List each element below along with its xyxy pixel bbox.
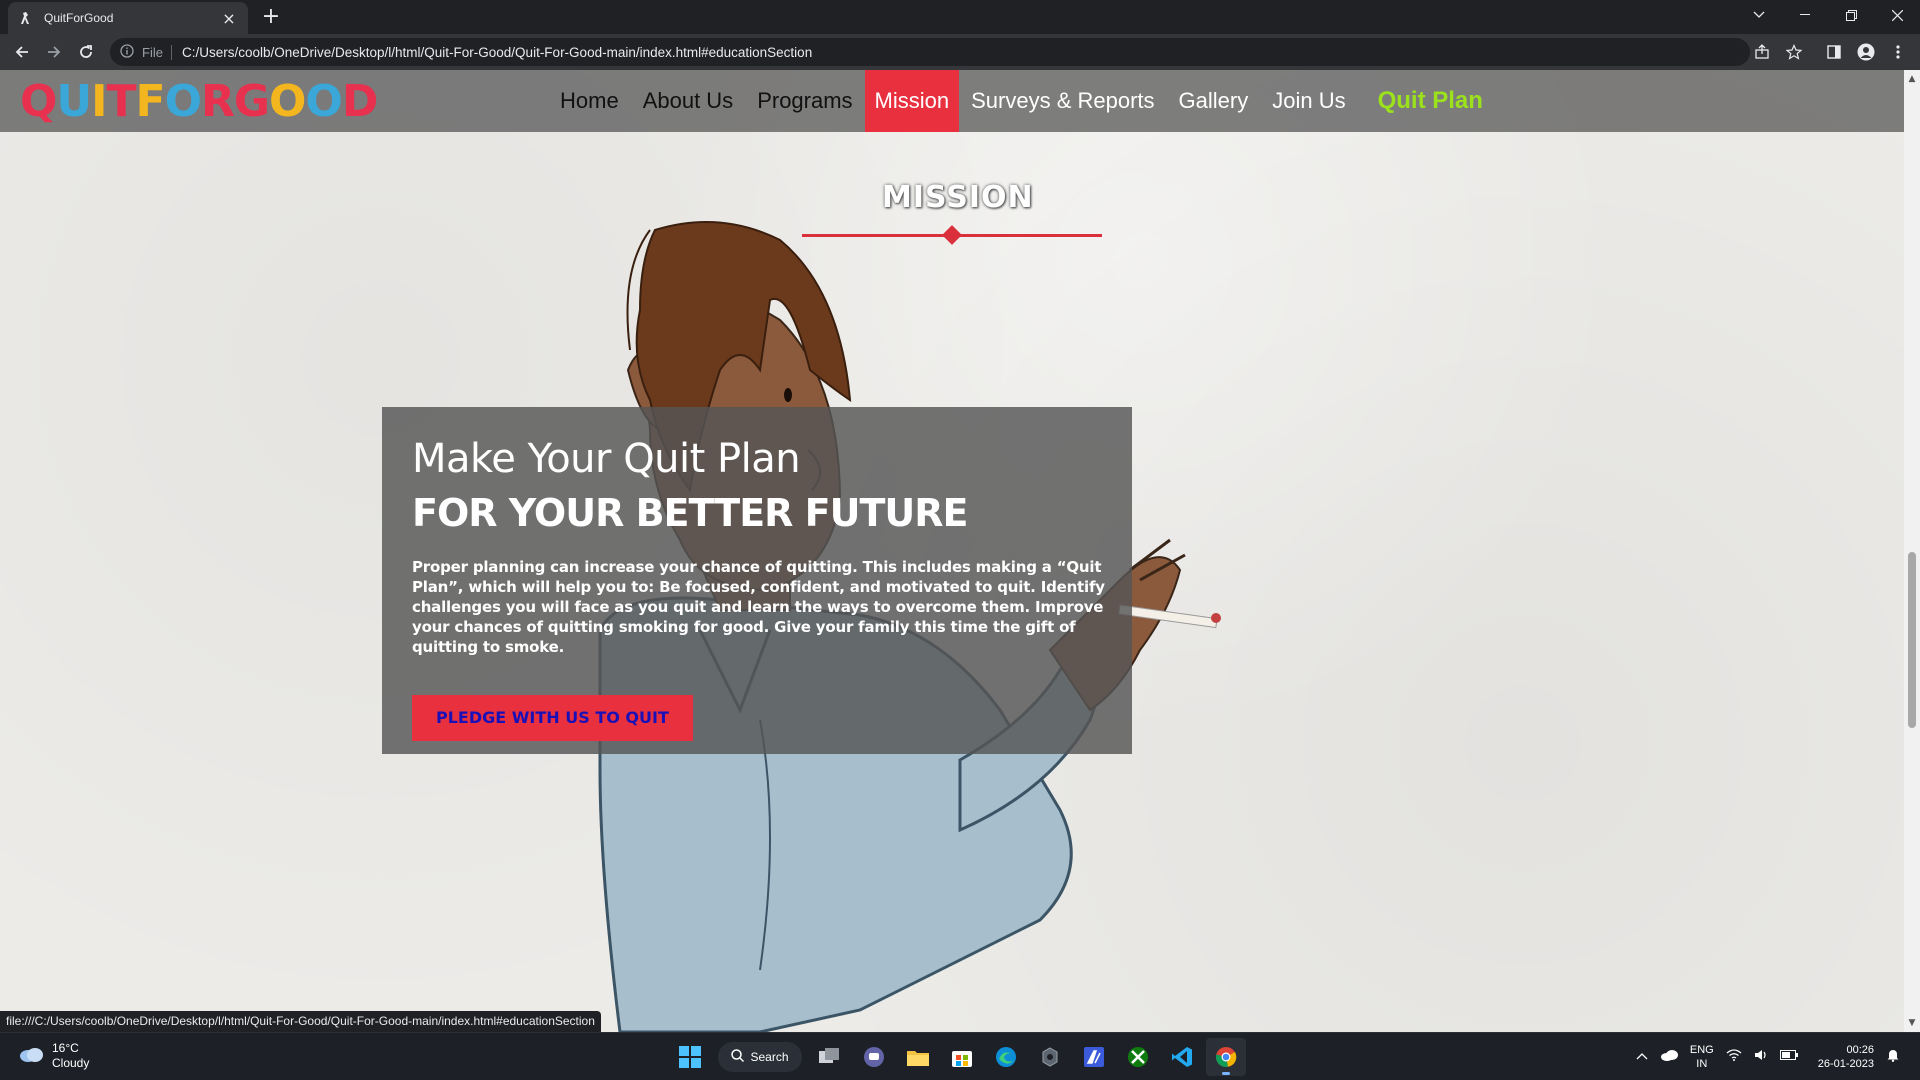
system-tray: ENG IN 00:26 26-01-2023: [1630, 1037, 1906, 1077]
back-arrow-icon[interactable]: [10, 40, 34, 64]
volume-icon[interactable]: [1754, 1049, 1768, 1065]
start-windows-icon[interactable]: [670, 1038, 710, 1076]
info-icon[interactable]: [120, 43, 134, 62]
microsoft-store-icon[interactable]: [942, 1038, 982, 1076]
task-view-icon[interactable]: [810, 1038, 850, 1076]
settings-app-icon[interactable]: [1030, 1038, 1070, 1076]
language-code: ENG: [1689, 1044, 1714, 1056]
nav-surveys[interactable]: Surveys & Reports: [959, 70, 1166, 132]
teams-chat-icon[interactable]: [854, 1038, 894, 1076]
card-subheading: FOR YOUR BETTER FUTURE: [412, 491, 968, 535]
weather-widget[interactable]: 16°C Cloudy: [18, 1041, 89, 1071]
logo-letter: O: [305, 76, 342, 127]
bookmark-star-icon[interactable]: [1782, 40, 1806, 64]
address-scheme-label: File: [142, 44, 172, 60]
tab-title: QuitForGood: [44, 11, 114, 25]
address-url[interactable]: C:/Users/coolb/OneDrive/Desktop/l/html/Q…: [182, 45, 812, 60]
windows-taskbar: 16°C Cloudy Search ENG IN 00:26 26-01-20…: [0, 1032, 1920, 1080]
scroll-down-arrow-icon[interactable]: ▼: [1907, 1018, 1917, 1028]
nav-links: Home About Us Programs Mission Surveys &…: [548, 70, 1495, 132]
wifi-icon[interactable]: [1726, 1049, 1742, 1065]
taskbar-search[interactable]: Search: [718, 1042, 802, 1072]
vscode-icon[interactable]: [1162, 1038, 1202, 1076]
forward-arrow-icon[interactable]: [42, 40, 66, 64]
browser-tab[interactable]: QuitForGood ×: [8, 2, 248, 34]
reload-icon[interactable]: [74, 40, 98, 64]
file-explorer-icon[interactable]: [898, 1038, 938, 1076]
nav-home[interactable]: Home: [548, 70, 631, 132]
page-viewport: QUITFORGOOD Home About Us Programs Missi…: [0, 70, 1904, 1032]
close-window-button[interactable]: [1874, 0, 1920, 30]
nav-mission[interactable]: Mission: [864, 70, 960, 132]
app-blue-icon[interactable]: [1074, 1038, 1114, 1076]
restore-button[interactable]: [1828, 0, 1874, 30]
logo-letter: Q: [20, 76, 57, 127]
xbox-icon[interactable]: [1118, 1038, 1158, 1076]
pledge-button[interactable]: PLEDGE WITH US TO QUIT: [412, 695, 693, 741]
new-tab-button[interactable]: +: [258, 5, 284, 31]
clock-date: 26-01-2023: [1817, 1058, 1874, 1070]
nav-join[interactable]: Join Us: [1260, 70, 1357, 132]
logo-letter: O: [164, 76, 202, 127]
language-region: IN: [1696, 1058, 1708, 1070]
battery-icon[interactable]: [1779, 1050, 1798, 1064]
site-logo[interactable]: QUITFORGOOD: [20, 76, 379, 127]
menu-kebab-icon[interactable]: [1886, 40, 1910, 64]
nav-programs[interactable]: Programs: [745, 70, 864, 132]
logo-letter: O: [269, 76, 306, 127]
taskbar-apps: Search: [668, 1038, 1248, 1076]
weather-temperature: 16°C: [52, 1041, 79, 1055]
logo-letter: U: [56, 76, 92, 127]
cloud-icon: [18, 1045, 44, 1067]
search-label: Search: [750, 1050, 789, 1064]
site-favicon-icon: [18, 10, 34, 26]
logo-letter: G: [233, 76, 270, 127]
logo-letter: T: [106, 76, 137, 127]
edge-browser-icon[interactable]: [986, 1038, 1026, 1076]
share-icon[interactable]: [1750, 40, 1774, 64]
logo-letter: R: [201, 76, 235, 127]
nav-quit-plan[interactable]: Quit Plan: [1366, 70, 1495, 132]
browser-toolbar: File C:/Users/coolb/OneDrive/Desktop/l/h…: [0, 34, 1920, 70]
profile-icon[interactable]: [1854, 40, 1878, 64]
logo-letter: F: [135, 76, 166, 127]
card-body: Proper planning can increase your chance…: [412, 558, 1105, 656]
status-url: file:///C:/Users/coolb/OneDrive/Desktop/…: [0, 1011, 601, 1032]
page-scrollbar[interactable]: ▲ ▼: [1904, 70, 1920, 1032]
language-indicator[interactable]: ENG IN: [1690, 1043, 1714, 1071]
site-navbar: QUITFORGOOD Home About Us Programs Missi…: [0, 70, 1904, 132]
scroll-up-arrow-icon[interactable]: ▲: [1907, 74, 1917, 84]
clock[interactable]: 00:26 26-01-2023: [1818, 1043, 1874, 1071]
logo-letter: D: [341, 76, 379, 127]
nav-about[interactable]: About Us: [631, 70, 746, 132]
chrome-browser-icon[interactable]: [1206, 1038, 1246, 1076]
nav-gallery[interactable]: Gallery: [1167, 70, 1261, 132]
search-icon: [731, 1049, 745, 1065]
onedrive-cloud-icon[interactable]: [1660, 1049, 1678, 1065]
minimize-button[interactable]: [1782, 0, 1828, 30]
scroll-thumb[interactable]: [1908, 552, 1916, 728]
address-bar[interactable]: File C:/Users/coolb/OneDrive/Desktop/l/h…: [110, 38, 1750, 66]
logo-letter: I: [91, 76, 107, 127]
browser-tabstrip: QuitForGood × +: [0, 0, 1920, 34]
quit-plan-card: Make Your Quit Plan FOR YOUR BETTER FUTU…: [382, 407, 1132, 754]
side-panel-icon[interactable]: [1822, 40, 1846, 64]
tab-search-chevron-icon[interactable]: [1736, 0, 1782, 30]
card-heading: Make Your Quit Plan: [412, 436, 801, 482]
section-title: MISSION: [882, 180, 1034, 215]
window-controls: [1736, 0, 1920, 30]
clock-time: 00:26: [1846, 1044, 1874, 1056]
weather-condition: Cloudy: [52, 1056, 90, 1070]
tab-close-icon[interactable]: ×: [220, 9, 238, 28]
notification-bell-icon[interactable]: [1886, 1048, 1900, 1066]
tray-chevron-up-icon[interactable]: [1636, 1050, 1648, 1064]
